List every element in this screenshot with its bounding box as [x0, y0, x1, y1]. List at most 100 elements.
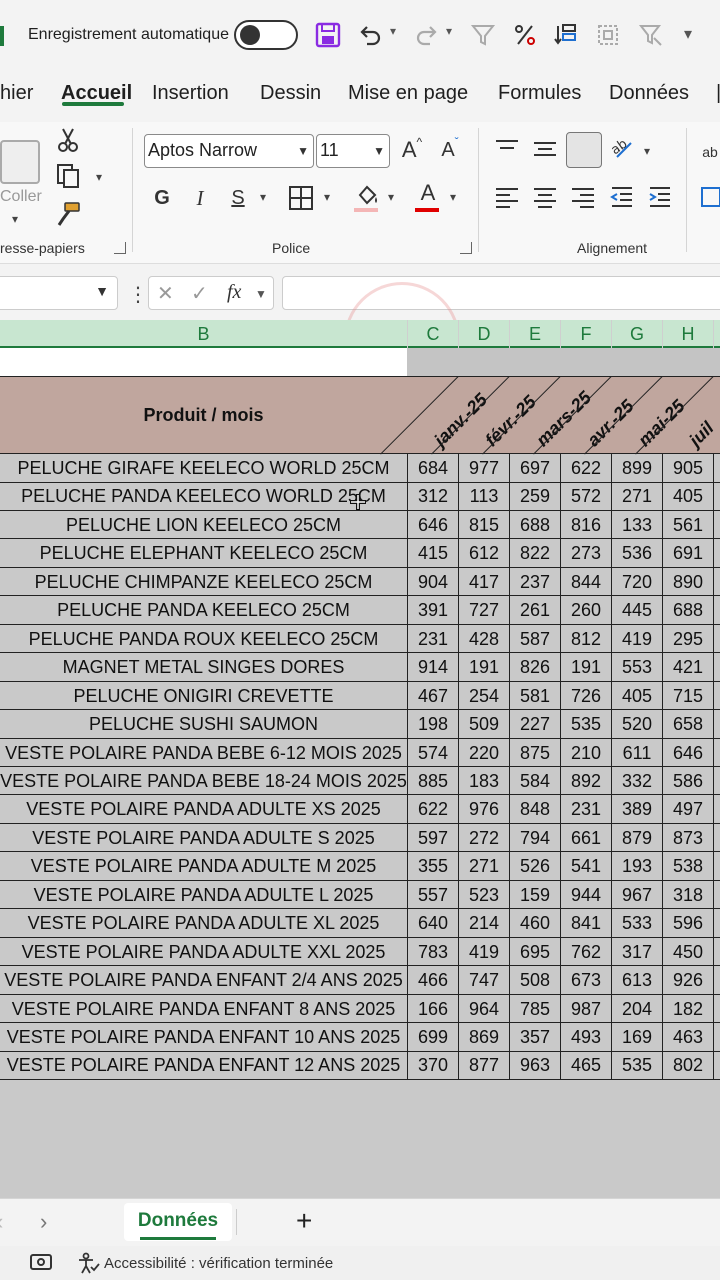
- borders-icon[interactable]: [286, 182, 316, 214]
- value-cell[interactable]: 622: [561, 454, 611, 483]
- value-cell[interactable]: 191: [561, 653, 611, 682]
- redo-icon[interactable]: [412, 18, 442, 52]
- column-header-i-partial[interactable]: [714, 320, 720, 348]
- value-cell[interactable]: 892: [561, 767, 611, 796]
- value-cell[interactable]: 890: [663, 568, 713, 597]
- value-cell[interactable]: 586: [663, 767, 713, 796]
- value-cell[interactable]: 260: [561, 596, 611, 625]
- value-cell[interactable]: 357: [510, 1023, 560, 1052]
- value-cell[interactable]: 597: [408, 824, 458, 853]
- value-cell[interactable]: 415: [408, 539, 458, 568]
- value-cell[interactable]: 272: [459, 824, 509, 853]
- value-cell[interactable]: 166: [408, 995, 458, 1024]
- value-cell[interactable]: 355: [408, 852, 458, 881]
- value-cell[interactable]: 646: [663, 739, 713, 768]
- value-cell[interactable]: 816: [561, 511, 611, 540]
- value-cell[interactable]: 523: [459, 881, 509, 910]
- value-cell[interactable]: 169: [612, 1023, 662, 1052]
- accessibility-icon[interactable]: [76, 1252, 100, 1279]
- value-cell[interactable]: 493: [561, 1023, 611, 1052]
- filter-clear-icon[interactable]: [636, 18, 666, 52]
- decrease-font-button[interactable]: Aˇ: [436, 134, 464, 166]
- align-top-icon[interactable]: [496, 138, 520, 160]
- value-cell[interactable]: 612: [459, 539, 509, 568]
- value-cell[interactable]: 812: [561, 625, 611, 654]
- bold-button[interactable]: G: [148, 182, 176, 214]
- value-cell[interactable]: 526: [510, 852, 560, 881]
- value-cell[interactable]: 405: [612, 682, 662, 711]
- value-cell[interactable]: 332: [612, 767, 662, 796]
- product-name-cell[interactable]: VESTE POLAIRE PANDA ADULTE S 2025: [0, 824, 407, 853]
- value-cell[interactable]: 691: [663, 539, 713, 568]
- value-cell[interactable]: 727: [459, 596, 509, 625]
- value-cell[interactable]: 198: [408, 710, 458, 739]
- value-cell[interactable]: 720: [612, 568, 662, 597]
- value-cell[interactable]: 419: [612, 625, 662, 654]
- tab-mise-en-page[interactable]: Mise en page: [348, 82, 468, 105]
- value-cell[interactable]: 581: [510, 682, 560, 711]
- value-cell[interactable]: 159: [510, 881, 560, 910]
- value-cell[interactable]: 557: [408, 881, 458, 910]
- increase-font-button[interactable]: A ^: [398, 134, 426, 166]
- value-cell[interactable]: 646: [408, 511, 458, 540]
- value-cell[interactable]: 312: [408, 482, 458, 511]
- borders-dropdown-icon[interactable]: ▾: [324, 190, 330, 204]
- value-cell[interactable]: 673: [561, 966, 611, 995]
- value-cell[interactable]: 210: [561, 739, 611, 768]
- value-cell[interactable]: 899: [612, 454, 662, 483]
- sort-icon[interactable]: [551, 18, 581, 52]
- value-cell[interactable]: 231: [561, 795, 611, 824]
- product-name-cell[interactable]: VESTE POLAIRE PANDA BEBE 6-12 MOIS 2025: [0, 739, 407, 768]
- value-cell[interactable]: 963: [510, 1051, 560, 1080]
- value-cell[interactable]: 254: [459, 682, 509, 711]
- orientation-icon[interactable]: ab: [608, 134, 636, 162]
- value-cell[interactable]: 533: [612, 909, 662, 938]
- value-cell[interactable]: 869: [459, 1023, 509, 1052]
- value-cell[interactable]: 661: [561, 824, 611, 853]
- more-options-icon[interactable]: ⋮: [128, 282, 148, 307]
- product-name-cell[interactable]: VESTE POLAIRE PANDA ENFANT 8 ANS 2025: [0, 995, 407, 1024]
- value-cell[interactable]: 844: [561, 568, 611, 597]
- font-launcher-icon[interactable]: [460, 242, 472, 254]
- product-name-cell[interactable]: PELUCHE CHIMPANZE KEELECO 25CM: [0, 568, 407, 597]
- select-icon[interactable]: [593, 18, 623, 52]
- value-cell[interactable]: 271: [459, 852, 509, 881]
- value-cell[interactable]: 535: [612, 1051, 662, 1080]
- value-cell[interactable]: 875: [510, 739, 560, 768]
- value-cell[interactable]: 466: [408, 966, 458, 995]
- value-cell[interactable]: 428: [459, 625, 509, 654]
- value-cell[interactable]: 419: [459, 938, 509, 967]
- formula-input[interactable]: [282, 276, 720, 310]
- value-cell[interactable]: 967: [612, 881, 662, 910]
- product-name-cell[interactable]: PELUCHE LION KEELECO 25CM: [0, 511, 407, 540]
- column-header-e[interactable]: E: [510, 320, 560, 348]
- value-cell[interactable]: 271: [612, 482, 662, 511]
- value-cell[interactable]: 613: [612, 966, 662, 995]
- value-cell[interactable]: 695: [510, 938, 560, 967]
- value-cell[interactable]: 987: [561, 995, 611, 1024]
- value-cell[interactable]: 182: [663, 995, 713, 1024]
- value-cell[interactable]: 261: [510, 596, 560, 625]
- value-cell[interactable]: 465: [561, 1051, 611, 1080]
- orientation-dropdown-icon[interactable]: ▾: [644, 144, 650, 158]
- value-cell[interactable]: 273: [561, 539, 611, 568]
- undo-dropdown-icon[interactable]: ▾: [390, 24, 396, 38]
- product-name-cell[interactable]: PELUCHE SUSHI SAUMON: [0, 710, 407, 739]
- value-cell[interactable]: 785: [510, 995, 560, 1024]
- value-cell[interactable]: 467: [408, 682, 458, 711]
- more-icon[interactable]: ▾: [684, 24, 692, 44]
- font-size-select[interactable]: 11 ▼: [316, 134, 390, 168]
- value-cell[interactable]: 133: [612, 511, 662, 540]
- tab-formules[interactable]: Formules: [498, 82, 581, 105]
- value-cell[interactable]: 318: [663, 881, 713, 910]
- autosave-toggle[interactable]: [234, 20, 298, 50]
- column-header-g[interactable]: G: [612, 320, 662, 348]
- value-cell[interactable]: 794: [510, 824, 560, 853]
- tab-donnees[interactable]: Données: [609, 82, 689, 105]
- underline-button[interactable]: S: [224, 182, 252, 214]
- chevron-down-icon[interactable]: ▼: [255, 287, 267, 301]
- decrease-indent-icon[interactable]: [608, 184, 636, 210]
- tab-dessin[interactable]: Dessin: [260, 82, 321, 105]
- value-cell[interactable]: 191: [459, 653, 509, 682]
- value-cell[interactable]: 509: [459, 710, 509, 739]
